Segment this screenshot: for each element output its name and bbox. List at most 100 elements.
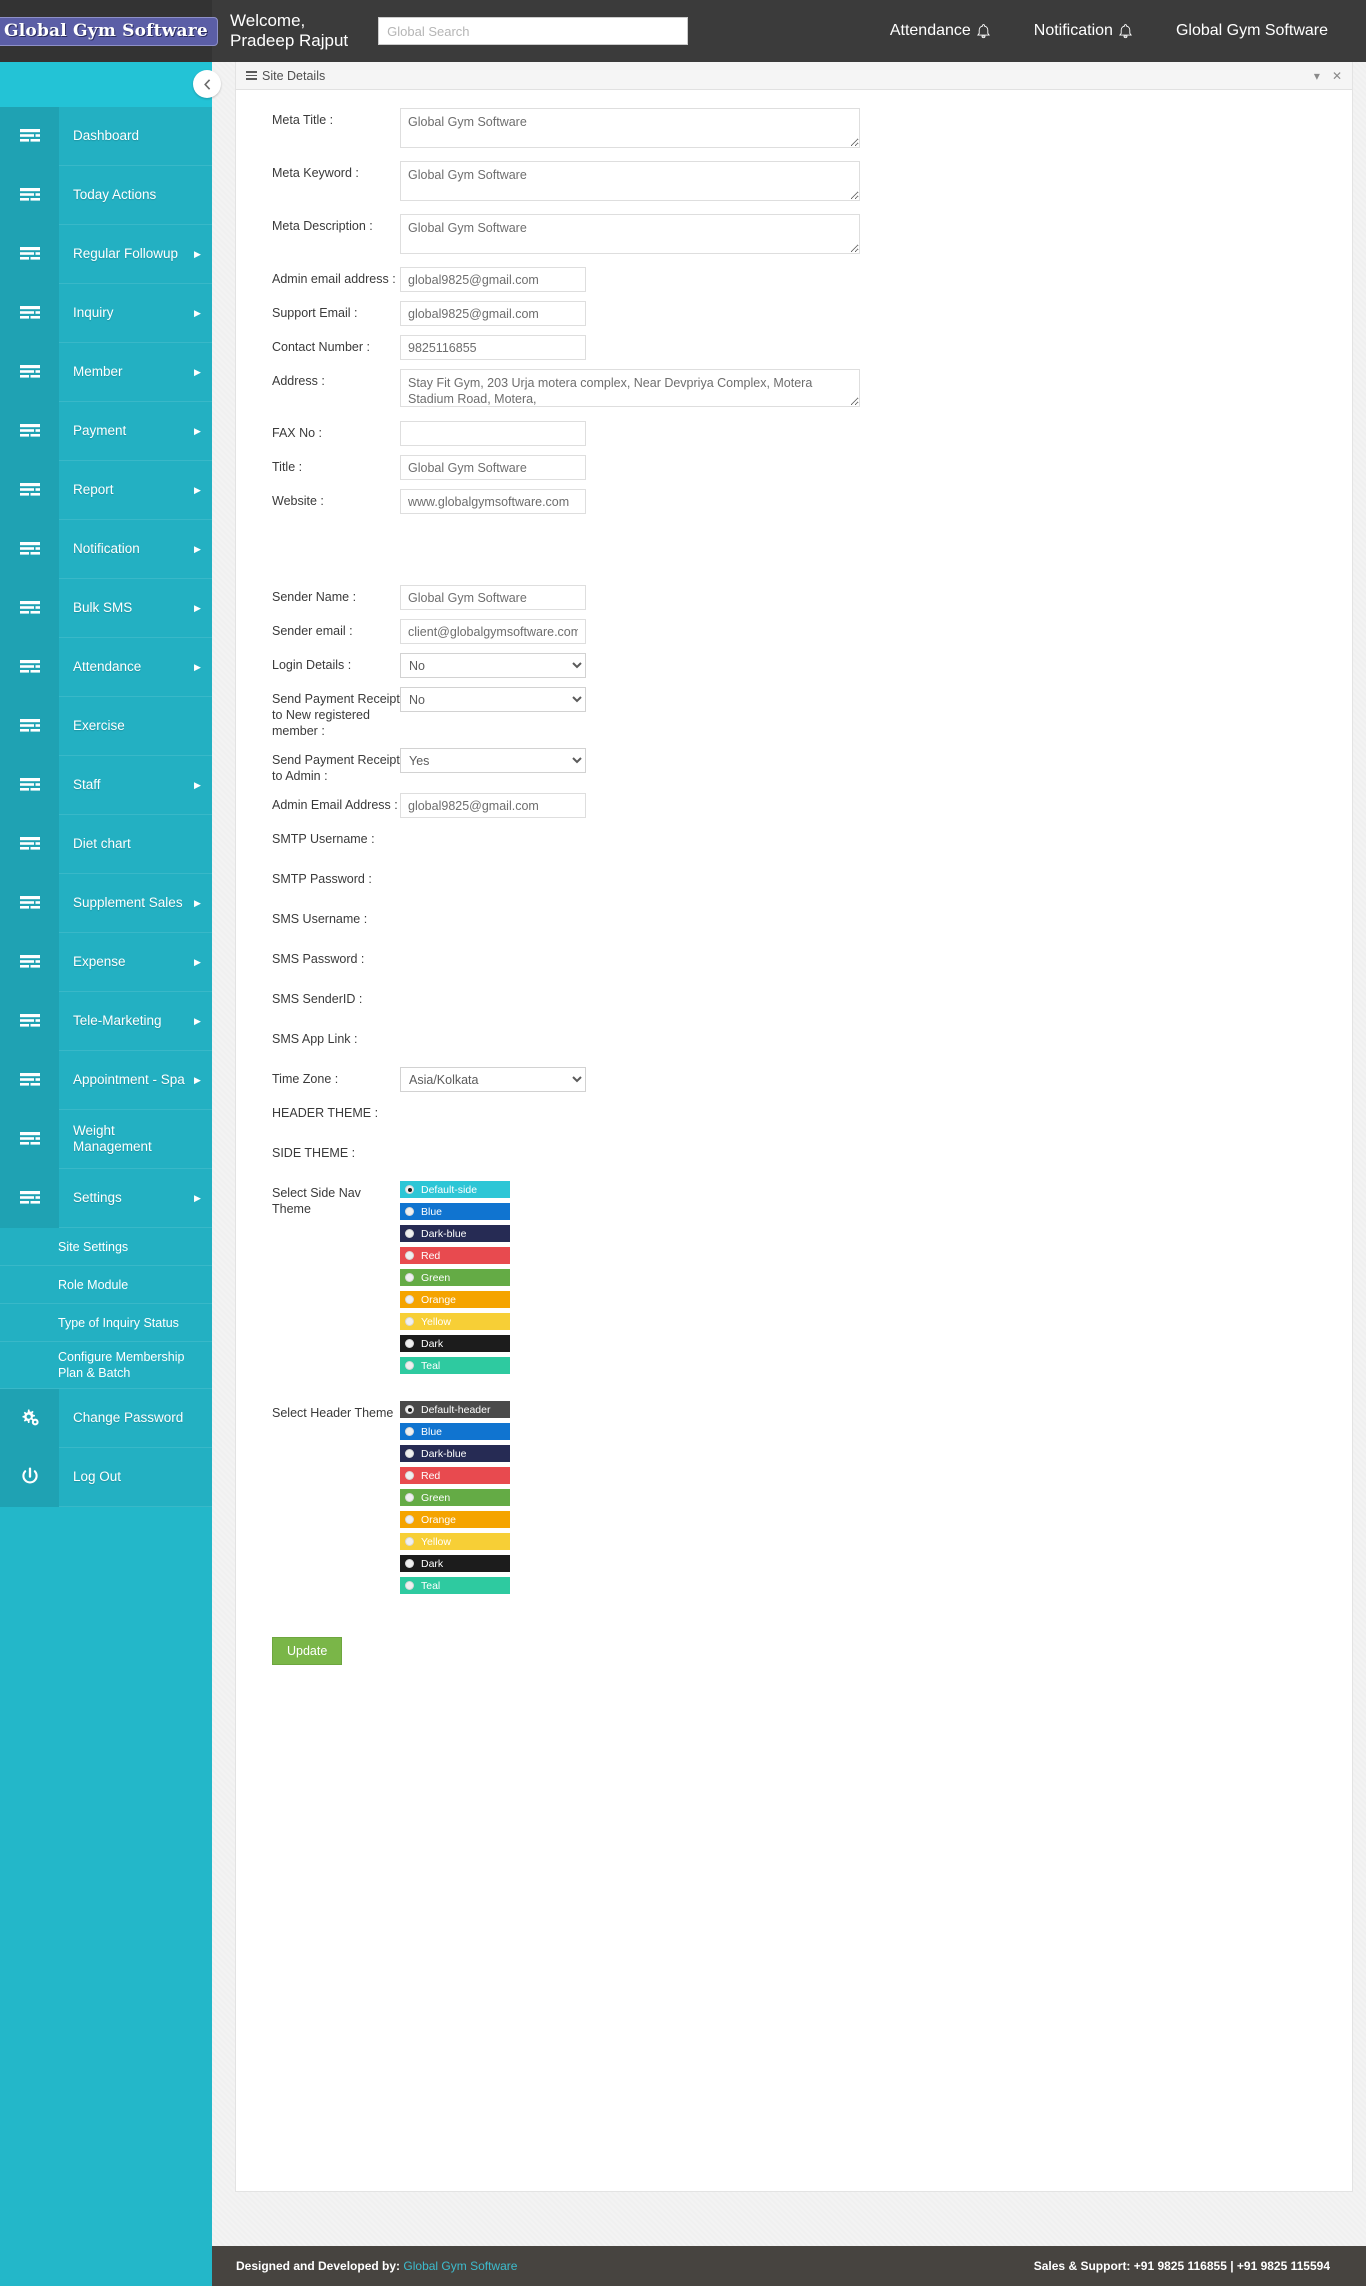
- footer-credit-link[interactable]: Global Gym Software: [403, 2259, 517, 2273]
- sidebar-item-log-out[interactable]: Log Out: [0, 1447, 212, 1507]
- side-theme-option-dark[interactable]: Dark: [400, 1335, 510, 1352]
- input-website[interactable]: [400, 489, 586, 514]
- sidebar-item-inquiry[interactable]: Inquiry ▶: [0, 283, 212, 343]
- radio-icon[interactable]: [405, 1471, 414, 1480]
- select-send-payment-receipt-to-new-registered-member[interactable]: NoYes: [400, 687, 586, 712]
- select-send-payment-receipt-to-admin[interactable]: YesNo: [400, 748, 586, 773]
- radio-icon[interactable]: [405, 1295, 414, 1304]
- input-address[interactable]: Stay Fit Gym, 203 Urja motera complex, N…: [400, 369, 860, 407]
- control-admin-email-address: [400, 267, 1352, 292]
- sidebar-item-notification[interactable]: Notification ▶: [0, 519, 212, 579]
- sidebar-item-dashboard[interactable]: Dashboard: [0, 106, 212, 166]
- header-theme-option-blue[interactable]: Blue: [400, 1423, 510, 1440]
- input-sender-name[interactable]: [400, 585, 586, 610]
- sidebar-item-supplement-sales[interactable]: Supplement Sales ▶: [0, 873, 212, 933]
- input-admin-email-address[interactable]: [400, 793, 586, 818]
- radio-icon[interactable]: [405, 1273, 414, 1282]
- radio-icon[interactable]: [405, 1251, 414, 1260]
- theme-option-label: Green: [421, 1271, 451, 1284]
- side-theme-option-teal[interactable]: Teal: [400, 1357, 510, 1374]
- side-theme-option-red[interactable]: Red: [400, 1247, 510, 1264]
- sidebar-item-label: Supplement Sales: [73, 895, 183, 910]
- global-search-input[interactable]: [378, 17, 689, 45]
- input-admin-email-address[interactable]: [400, 267, 586, 292]
- side-theme-option-yellow[interactable]: Yellow: [400, 1313, 510, 1330]
- label-sender-name: Sender Name :: [272, 590, 357, 604]
- control-meta-description: Global Gym Software: [400, 214, 1352, 259]
- sidebar-subitem-type-of-inquiry-status[interactable]: Type of Inquiry Status: [0, 1304, 212, 1342]
- sidebar-item-weight-management[interactable]: Weight Management: [0, 1109, 212, 1169]
- input-fax-no[interactable]: [400, 421, 586, 446]
- sidebar-item-member[interactable]: Member ▶: [0, 342, 212, 402]
- sidebar-item-label: Settings: [73, 1190, 122, 1205]
- radio-icon[interactable]: [405, 1317, 414, 1326]
- side-theme-option-blue[interactable]: Blue: [400, 1203, 510, 1220]
- side-theme-option-orange[interactable]: Orange: [400, 1291, 510, 1308]
- sidebar-item-staff[interactable]: Staff ▶: [0, 755, 212, 815]
- radio-icon[interactable]: [405, 1449, 414, 1458]
- sidebar-item-today-actions[interactable]: Today Actions: [0, 165, 212, 225]
- header-theme-option-green[interactable]: Green: [400, 1489, 510, 1506]
- radio-icon[interactable]: [405, 1185, 414, 1194]
- radio-icon[interactable]: [405, 1493, 414, 1502]
- sidebar-item-report[interactable]: Report ▶: [0, 460, 212, 520]
- sidebar-item-tele-marketing[interactable]: Tele-Marketing ▶: [0, 991, 212, 1051]
- side-theme-option-green[interactable]: Green: [400, 1269, 510, 1286]
- header-theme-option-red[interactable]: Red: [400, 1467, 510, 1484]
- header-theme-option-yellow[interactable]: Yellow: [400, 1533, 510, 1550]
- input-meta-description[interactable]: Global Gym Software: [400, 214, 860, 254]
- sidebar-item-attendance[interactable]: Attendance ▶: [0, 637, 212, 697]
- top-nav-account[interactable]: Global Gym Software: [1154, 22, 1350, 40]
- radio-icon[interactable]: [405, 1537, 414, 1546]
- update-button[interactable]: Update: [272, 1637, 343, 1665]
- input-support-email[interactable]: [400, 301, 586, 326]
- chevron-down-icon[interactable]: ▾: [1314, 69, 1320, 83]
- input-meta-keyword[interactable]: Global Gym Software: [400, 161, 860, 201]
- sidebar-item-exercise[interactable]: Exercise: [0, 696, 212, 756]
- radio-icon[interactable]: [405, 1515, 414, 1524]
- radio-icon[interactable]: [405, 1581, 414, 1590]
- sidebar-item-label: Weight Management: [73, 1123, 152, 1154]
- header-theme-option-dark[interactable]: Dark: [400, 1555, 510, 1572]
- input-meta-title[interactable]: Global Gym Software: [400, 108, 860, 148]
- label-fax-no: FAX No :: [272, 426, 323, 440]
- radio-icon[interactable]: [405, 1339, 414, 1348]
- input-title[interactable]: [400, 455, 586, 480]
- sidebar-item-diet-chart[interactable]: Diet chart: [0, 814, 212, 874]
- control-title: [400, 455, 1352, 480]
- top-nav-attendance[interactable]: Attendance: [868, 22, 1012, 40]
- input-contact-number[interactable]: [400, 335, 586, 360]
- side-theme-option-default-side[interactable]: Default-side: [400, 1181, 510, 1198]
- radio-icon[interactable]: [405, 1405, 414, 1414]
- sidebar-item-change-password[interactable]: Change Password: [0, 1388, 212, 1448]
- select-time-zone[interactable]: Asia/Kolkata: [400, 1067, 586, 1092]
- select-login-details[interactable]: NoYes: [400, 653, 586, 678]
- label-website: Website :: [272, 494, 324, 508]
- header-theme-option-orange[interactable]: Orange: [400, 1511, 510, 1528]
- sidebar-subitem-role-module[interactable]: Role Module: [0, 1266, 212, 1304]
- sidebar-collapse-button[interactable]: [193, 70, 221, 98]
- sidebar-item-appointment-spa[interactable]: Appointment - Spa ▶: [0, 1050, 212, 1110]
- radio-icon[interactable]: [405, 1229, 414, 1238]
- close-icon[interactable]: ✕: [1332, 69, 1342, 83]
- top-nav-notification[interactable]: Notification: [1012, 22, 1154, 40]
- sidebar-item-settings[interactable]: Settings ▶: [0, 1168, 212, 1228]
- brand-logo[interactable]: Global Gym Software: [0, 16, 218, 46]
- side-theme-option-dark-blue[interactable]: Dark-blue: [400, 1225, 510, 1242]
- sidebar-item-payment[interactable]: Payment ▶: [0, 401, 212, 461]
- radio-icon[interactable]: [405, 1207, 414, 1216]
- input-sender-email[interactable]: [400, 619, 586, 644]
- header-theme-option-dark-blue[interactable]: Dark-blue: [400, 1445, 510, 1462]
- sidebar-subitem-configure-membership-plan-batch[interactable]: Configure Membership Plan & Batch: [0, 1342, 212, 1389]
- header-theme-option-teal[interactable]: Teal: [400, 1577, 510, 1594]
- sidebar-item-bulk-sms[interactable]: Bulk SMS ▶: [0, 578, 212, 638]
- header-theme-option-default-header[interactable]: Default-header: [400, 1401, 510, 1418]
- sidebar-subitem-site-settings[interactable]: Site Settings: [0, 1228, 212, 1266]
- sidebar-item-regular-followup[interactable]: Regular Followup ▶: [0, 224, 212, 284]
- radio-icon[interactable]: [405, 1559, 414, 1568]
- sidebar-item-expense[interactable]: Expense ▶: [0, 932, 212, 992]
- theme-option-label: Red: [421, 1469, 441, 1482]
- radio-icon[interactable]: [405, 1361, 414, 1370]
- radio-icon[interactable]: [405, 1427, 414, 1436]
- bars-icon: [0, 283, 59, 343]
